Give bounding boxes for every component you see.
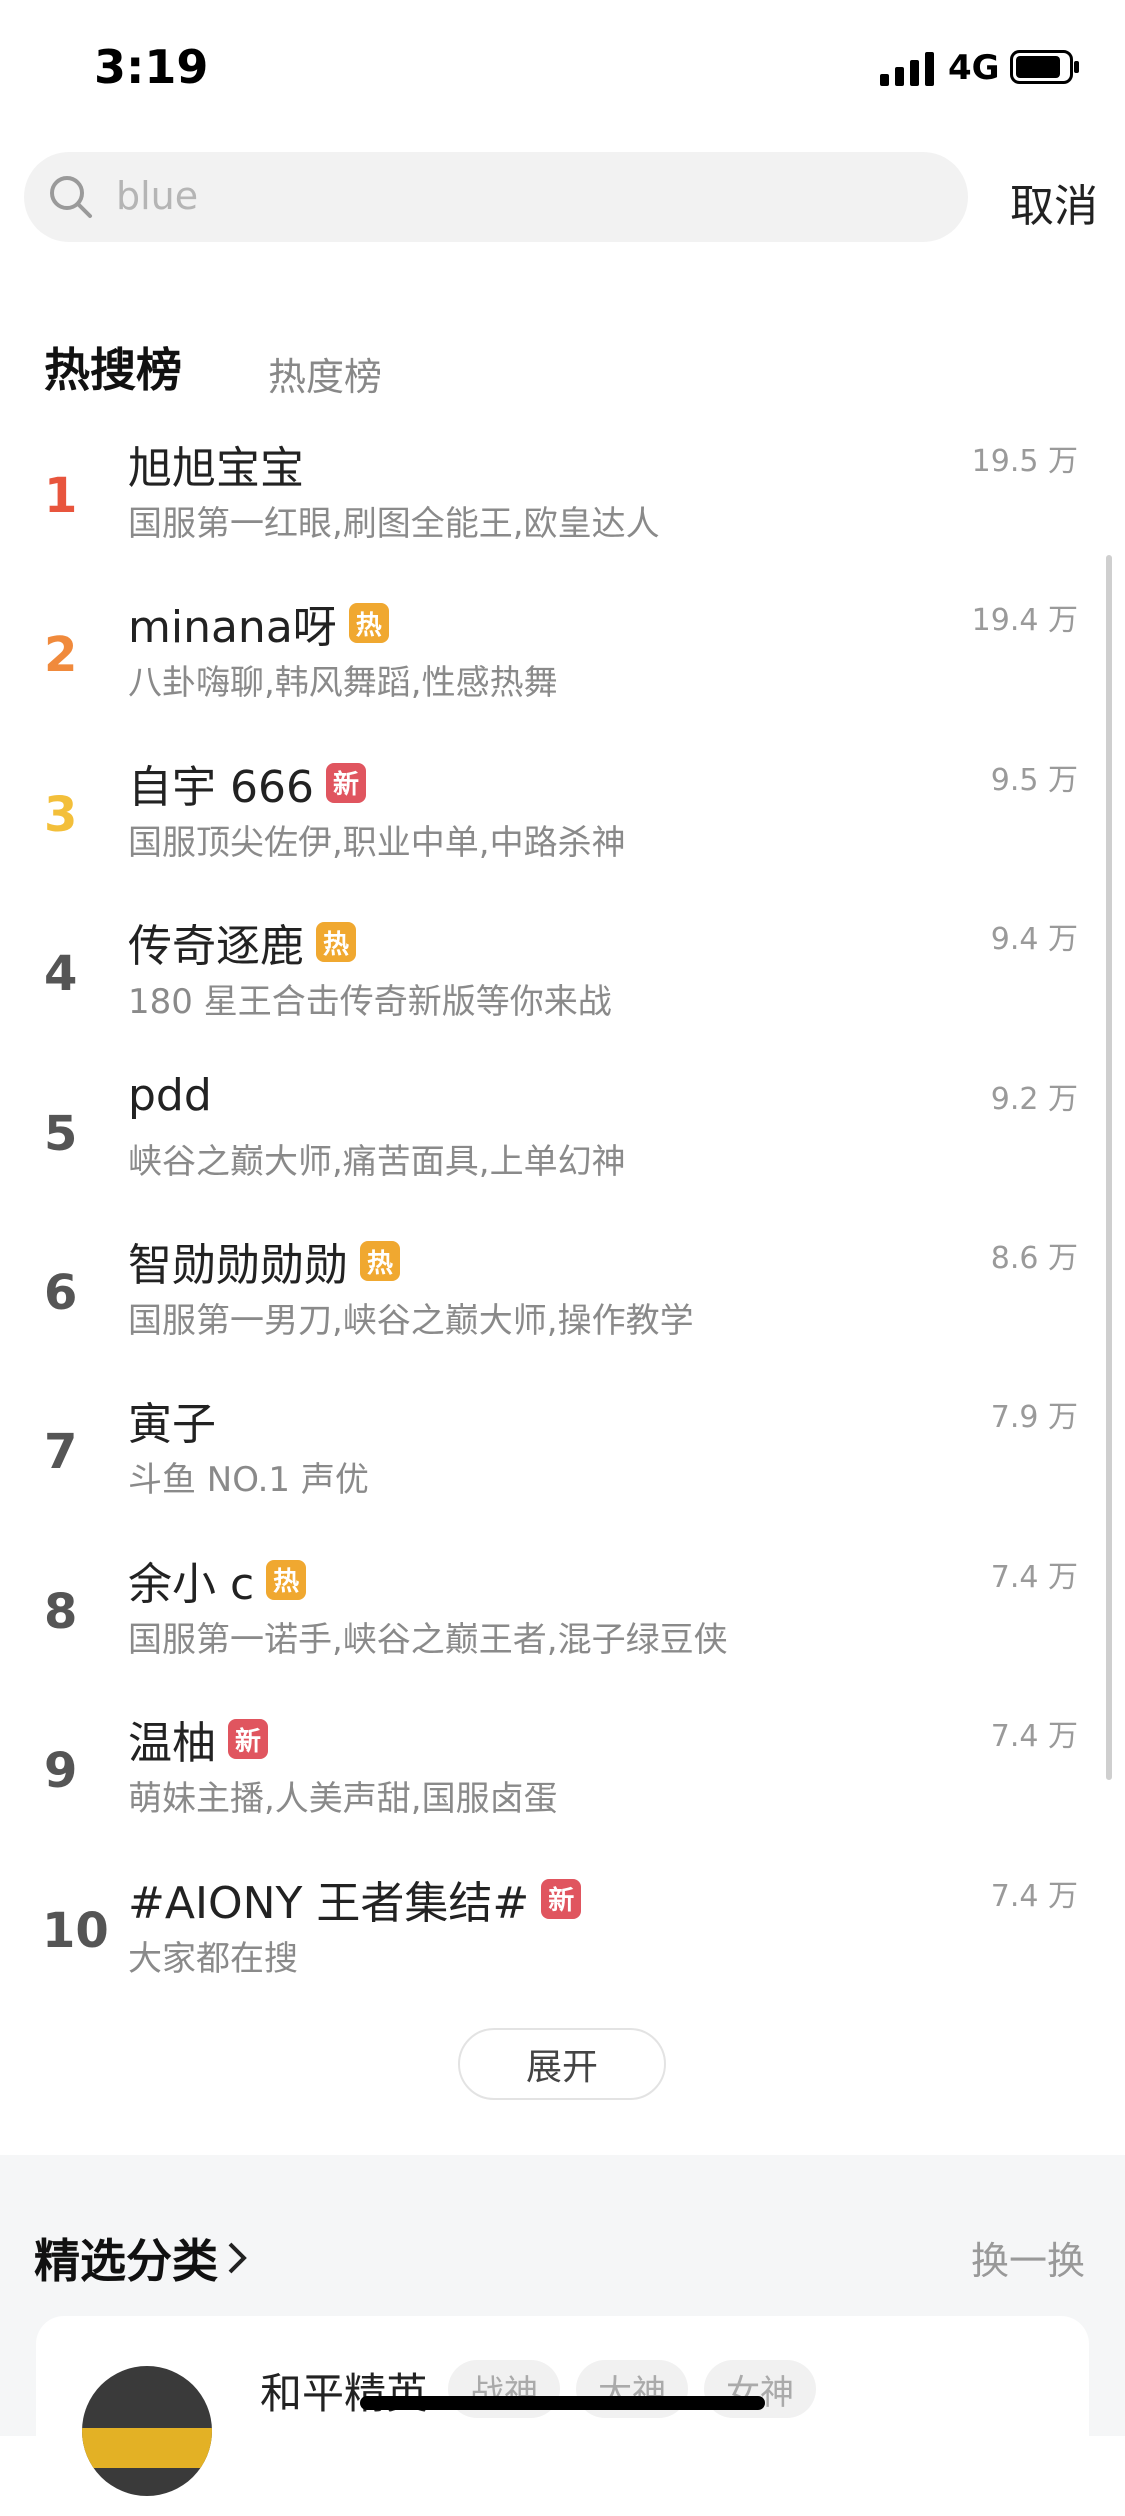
item-score: 7.4 万 <box>990 1719 1078 1755</box>
item-title: minana呀 <box>128 602 337 654</box>
item-title: 寅子 <box>128 1399 216 1451</box>
item-title: pdd <box>128 1069 212 1121</box>
cancel-button[interactable]: 取消 <box>1010 170 1098 234</box>
list-item[interactable]: 3 自宇 666 新国服顶尖佐伊,职业中单,中路杀神 9.5 万 <box>0 739 1125 899</box>
list-item[interactable]: 2 minana呀热八卦嗨聊,韩风舞蹈,性感热舞 19.4 万 <box>0 579 1125 739</box>
item-title: #AIONY 王者集结# <box>128 1877 530 1929</box>
item-description: 峡谷之巅大师,痛苦面具,上单幻神 <box>128 1141 626 1182</box>
status-bar: 3:19 4G <box>0 0 1125 140</box>
rank-number: 1 <box>44 468 78 524</box>
list-item[interactable]: 6 智勋勋勋勋热国服第一男刀,峡谷之巅大师,操作教学 8.6 万 <box>0 1217 1125 1377</box>
home-indicator <box>360 2396 765 2410</box>
new-badge: 新 <box>228 1719 268 1760</box>
search-input[interactable]: blue <box>24 152 968 242</box>
list-item[interactable]: 10 #AIONY 王者集结# 新大家都在搜 7.4 万 <box>0 1855 1125 2015</box>
scrollbar[interactable] <box>1106 555 1112 1780</box>
tab-hot-search[interactable]: 热搜榜 <box>44 334 182 400</box>
item-score: 19.5 万 <box>971 444 1078 479</box>
item-description: 180 星王合击传奇新版等你来战 <box>128 982 612 1023</box>
rank-number: 7 <box>44 1424 78 1481</box>
item-title: 自宇 666 <box>128 761 314 813</box>
item-score: 7.4 万 <box>990 1878 1078 1914</box>
list-item[interactable]: 1 旭旭宝宝国服第一红眼,刷图全能王,欧皇达人 19.5 万 <box>0 420 1125 580</box>
search-query: blue <box>116 174 199 218</box>
hot-badge: 热 <box>348 603 389 644</box>
refresh-button[interactable]: 换一换 <box>971 2230 1085 2285</box>
hot-badge: 热 <box>266 1559 307 1600</box>
signal-icon <box>880 52 934 86</box>
new-badge: 新 <box>325 762 366 803</box>
item-description: 斗鱼 NO.1 声优 <box>128 1460 369 1501</box>
rank-number: 2 <box>44 627 78 684</box>
list-item[interactable]: 7 寅子斗鱼 NO.1 声优 7.9 万 <box>0 1376 1125 1536</box>
rank-number: 8 <box>44 1583 78 1640</box>
featured-title-label: 精选分类 <box>34 2234 218 2288</box>
chevron-right-icon <box>228 2242 247 2274</box>
item-score: 9.5 万 <box>990 762 1078 798</box>
item-score: 8.6 万 <box>990 1241 1078 1276</box>
rank-number: 6 <box>44 1265 78 1321</box>
hot-badge: 热 <box>316 922 356 963</box>
tab-popularity[interactable]: 热度榜 <box>268 346 382 401</box>
item-score: 19.4 万 <box>971 603 1078 639</box>
category-card[interactable]: 和平精英 战神 大神 女神 <box>36 2316 1089 2516</box>
list-item[interactable]: 9 温柚新萌妹主播,人美声甜,国服卤蛋 7.4 万 <box>0 1695 1125 1855</box>
rank-number: 4 <box>44 946 78 1003</box>
item-title: 温柚 <box>128 1718 216 1770</box>
featured-title[interactable]: 精选分类 <box>34 2225 250 2291</box>
item-title: 智勋勋勋勋 <box>128 1240 348 1291</box>
list-item[interactable]: 5 pdd 峡谷之巅大师,痛苦面具,上单幻神 9.2 万 <box>0 1058 1125 1218</box>
item-description: 国服第一诺手,峡谷之巅王者,混子绿豆侠 <box>128 1619 728 1660</box>
item-title: 余小 c <box>128 1558 255 1610</box>
item-title: 传奇逐鹿 <box>128 921 304 973</box>
item-description: 大家都在搜 <box>128 1938 298 1979</box>
item-title: 旭旭宝宝 <box>128 443 304 494</box>
item-description: 萌妹主播,人美声甜,国服卤蛋 <box>128 1779 558 1820</box>
rank-number: 9 <box>44 1743 78 1800</box>
item-description: 国服第一男刀,峡谷之巅大师,操作教学 <box>128 1301 694 1341</box>
item-score: 9.2 万 <box>990 1081 1078 1117</box>
game-logo-icon <box>82 2366 212 2496</box>
item-description: 八卦嗨聊,韩风舞蹈,性感热舞 <box>128 663 558 704</box>
search-icon <box>50 176 92 218</box>
item-description: 国服第一红眼,刷图全能王,欧皇达人 <box>128 504 660 544</box>
item-score: 7.4 万 <box>990 1559 1078 1595</box>
status-time: 3:19 <box>94 40 209 94</box>
rank-number: 3 <box>44 786 78 843</box>
list-item[interactable]: 8 余小 c 热国服第一诺手,峡谷之巅王者,混子绿豆侠 7.4 万 <box>0 1536 1125 1696</box>
new-badge: 新 <box>541 1878 582 1919</box>
rank-number: 10 <box>42 1902 109 1959</box>
hot-badge: 热 <box>360 1241 400 1281</box>
game-name: 和平精英 <box>260 2369 429 2418</box>
item-score: 9.4 万 <box>990 922 1078 958</box>
list-item[interactable]: 4 传奇逐鹿热 180 星王合击传奇新版等你来战 9.4 万 <box>0 898 1125 1058</box>
battery-icon <box>1010 50 1079 84</box>
expand-button[interactable]: 展开 <box>458 2028 666 2100</box>
item-description: 国服顶尖佐伊,职业中单,中路杀神 <box>128 822 626 863</box>
rank-number: 5 <box>44 1105 78 1162</box>
network-label: 4G <box>948 48 1000 88</box>
item-score: 7.9 万 <box>990 1400 1078 1436</box>
